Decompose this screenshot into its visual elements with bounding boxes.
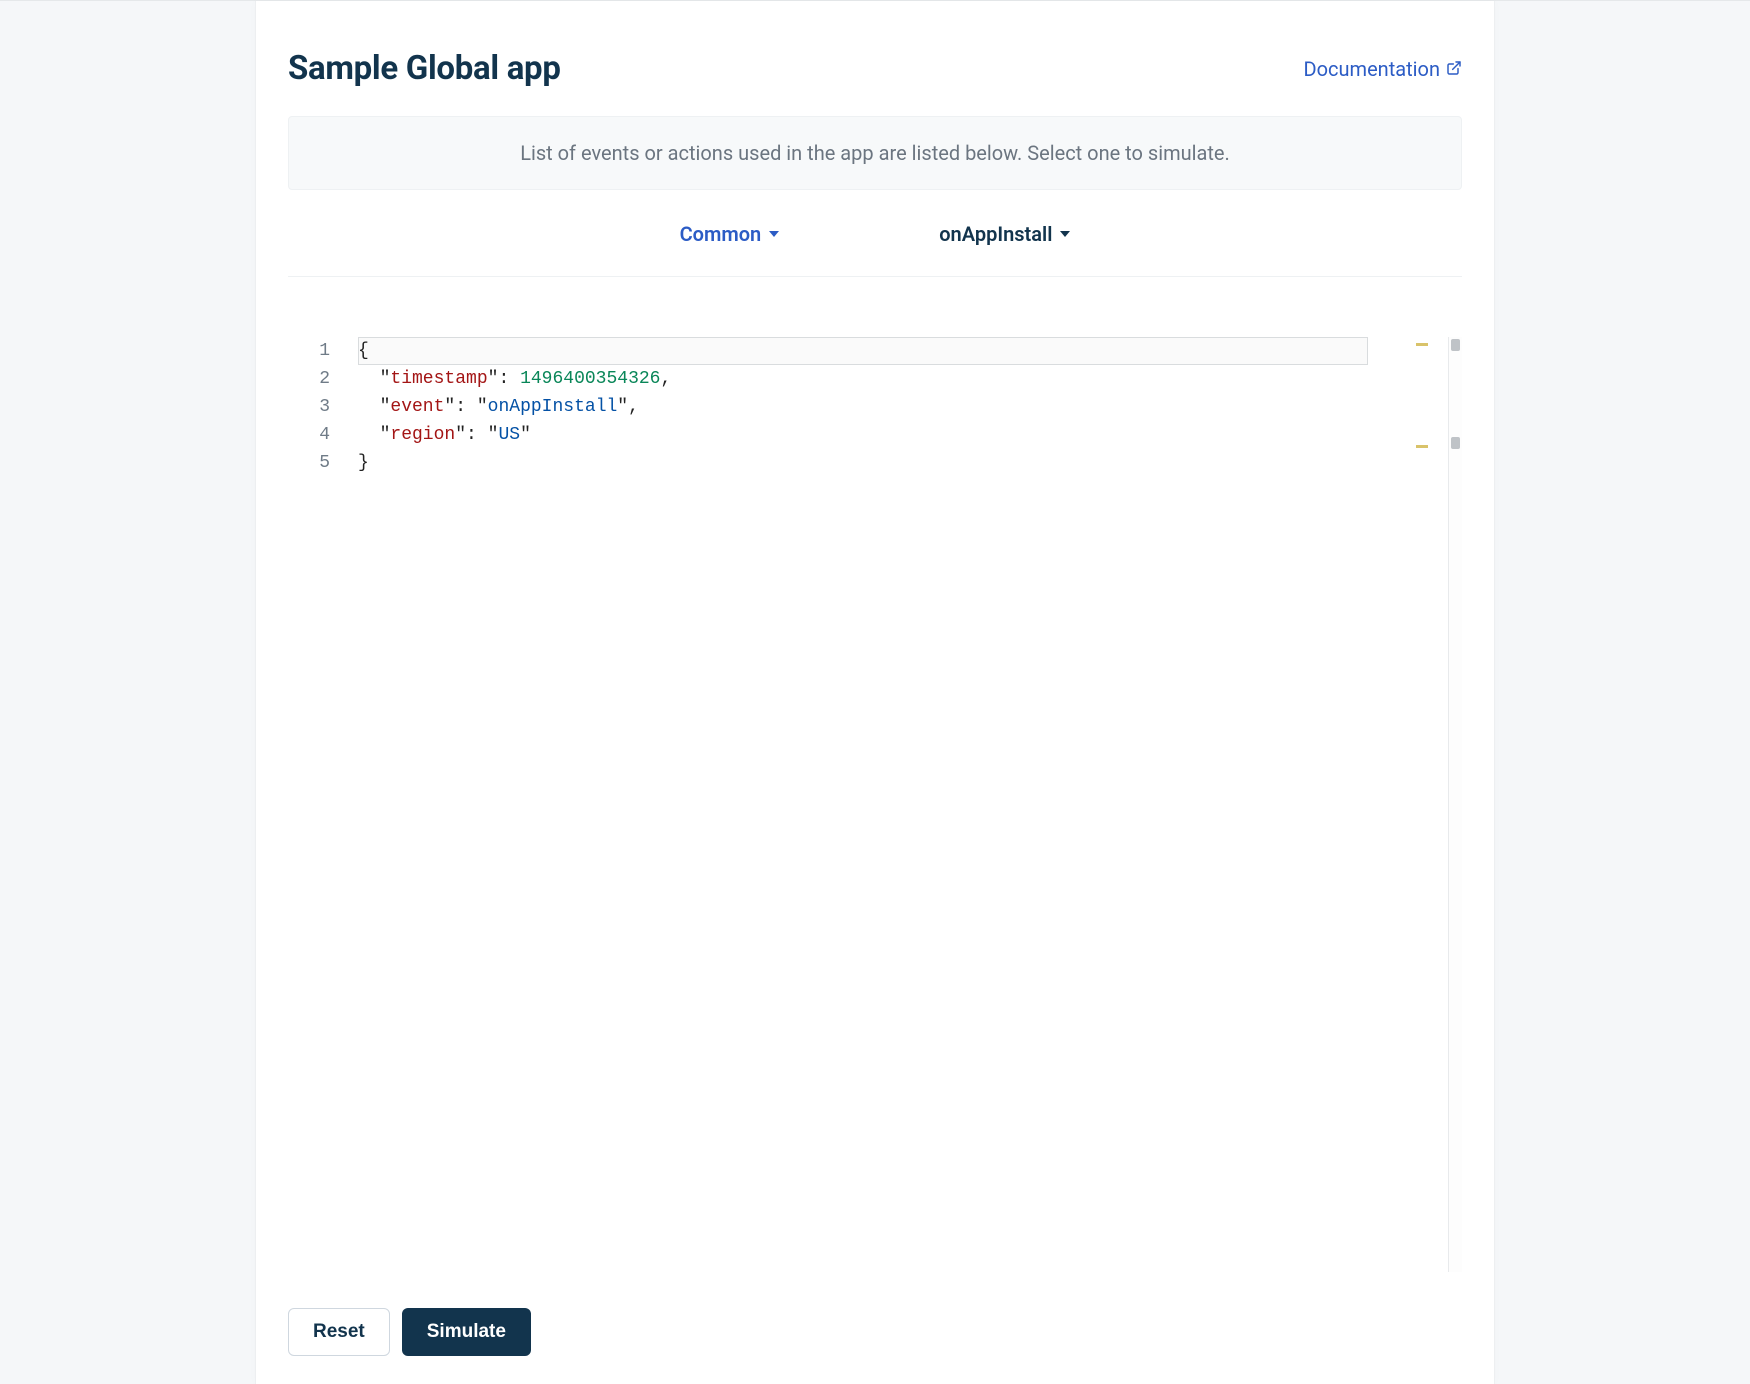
caret-down-icon (769, 231, 779, 237)
info-bar: List of events or actions used in the ap… (288, 116, 1462, 190)
code-content[interactable]: { "timestamp": 1496400354326, "event": "… (348, 337, 1448, 1272)
scrollbar-thumb[interactable] (1451, 437, 1460, 449)
line-number: 2 (288, 365, 330, 393)
category-dropdown-label: Common (680, 222, 762, 246)
footer-actions: Reset Simulate (288, 1272, 1462, 1356)
code-line: { (358, 337, 1448, 365)
line-number: 5 (288, 449, 330, 477)
info-message: List of events or actions used in the ap… (520, 141, 1230, 165)
vertical-scrollbar[interactable] (1448, 337, 1462, 1272)
category-dropdown[interactable]: Common (680, 222, 780, 246)
caret-down-icon (1060, 231, 1070, 237)
code-line: "region": "US" (358, 421, 1448, 449)
main-panel: Sample Global app Documentation List of … (255, 1, 1495, 1384)
event-dropdown-label: onAppInstall (939, 222, 1052, 246)
code-line: "event": "onAppInstall", (358, 393, 1448, 421)
code-line: } (358, 449, 1448, 477)
documentation-link-label: Documentation (1304, 57, 1441, 81)
editor-overview-ruler (1408, 337, 1428, 1272)
simulate-button[interactable]: Simulate (402, 1308, 531, 1356)
documentation-link[interactable]: Documentation (1304, 57, 1463, 81)
line-number-gutter: 1 2 3 4 5 (288, 337, 348, 1272)
scrollbar-thumb[interactable] (1451, 339, 1460, 351)
page-title: Sample Global app (288, 49, 561, 88)
header-row: Sample Global app Documentation (288, 49, 1462, 116)
dropdown-row: Common onAppInstall (288, 190, 1462, 277)
event-dropdown[interactable]: onAppInstall (939, 222, 1070, 246)
line-number: 4 (288, 421, 330, 449)
code-editor[interactable]: 1 2 3 4 5 { "timestamp": 1496400354326, … (288, 337, 1462, 1272)
code-line: "timestamp": 1496400354326, (358, 365, 1448, 393)
line-number: 1 (288, 337, 330, 365)
line-number: 3 (288, 393, 330, 421)
external-link-icon (1446, 57, 1462, 81)
reset-button[interactable]: Reset (288, 1308, 390, 1356)
